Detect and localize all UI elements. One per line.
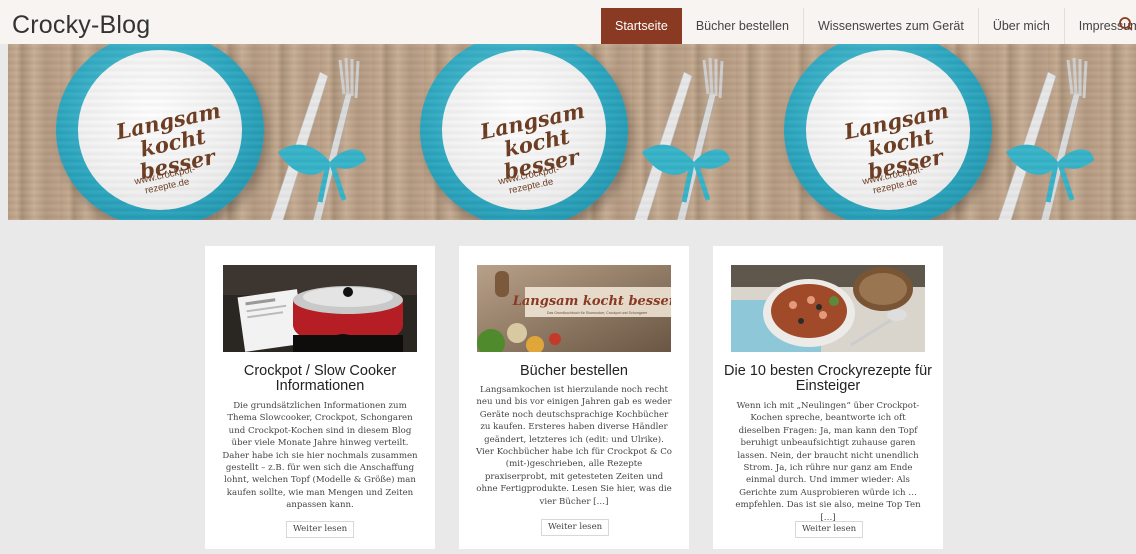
- card-image-slow-cooker[interactable]: [223, 265, 417, 352]
- card-excerpt: Die grundsätzlichen Informationen zum Th…: [222, 401, 418, 511]
- post-card-top-rezepte: Die 10 besten Crockyrezepte für Einsteig…: [713, 246, 943, 549]
- nav-item-wissenswertes[interactable]: Wissenswertes zum Gerät: [802, 8, 978, 44]
- post-card-crockpot-info: Crockpot / Slow Cooker Informationen Die…: [205, 246, 435, 549]
- post-card-buecher-bestellen: Langsam kocht besser! Das Grundkochbuch …: [459, 246, 689, 549]
- card-title[interactable]: Bücher bestellen: [469, 364, 679, 379]
- site-header: Crocky-Blog Startseite Bücher bestellen …: [0, 0, 1136, 44]
- site-logo[interactable]: Crocky-Blog: [12, 11, 150, 40]
- plate-url: www.crockpot-rezepte.de: [133, 163, 197, 197]
- plate-illustration: Langsam kocht besser www.crockpot-rezepte…: [372, 44, 732, 220]
- card-title[interactable]: Die 10 besten Crockyrezepte für Einsteig…: [723, 364, 933, 394]
- read-more-button[interactable]: Weiter lesen: [286, 521, 355, 538]
- nav-item-ueber-mich[interactable]: Über mich: [977, 8, 1064, 44]
- plate-slogan: Langsam kocht besser: [477, 97, 587, 185]
- plate-slogan: Langsam kocht besser: [113, 97, 223, 185]
- read-more-button[interactable]: Weiter lesen: [541, 519, 610, 536]
- card-image-soup-bowl[interactable]: [731, 265, 925, 352]
- search-icon[interactable]: [1118, 17, 1132, 31]
- read-more-button[interactable]: Weiter lesen: [795, 521, 864, 538]
- cookbook-caption: Langsam kocht besser!: [512, 294, 671, 309]
- nav-item-startseite[interactable]: Startseite: [601, 8, 682, 44]
- card-excerpt: Langsamkochen ist hierzulande noch recht…: [476, 385, 672, 507]
- plate-slogan: Langsam kocht besser: [841, 97, 951, 185]
- cookbook-subcaption: Das Grundkochbuch für Slowcooker, Crockp…: [547, 311, 648, 315]
- plate-url: www.crockpot-rezepte.de: [497, 163, 561, 197]
- cutlery-ribbon-icon: [634, 57, 730, 220]
- card-image-cookbook-banner[interactable]: Langsam kocht besser! Das Grundkochbuch …: [477, 265, 671, 352]
- header-banner: Langsam kocht besser www.crockpot-rezepte…: [8, 44, 1136, 220]
- nav-item-buecher-bestellen[interactable]: Bücher bestellen: [682, 8, 803, 44]
- plate-url: www.crockpot-rezepte.de: [861, 163, 925, 197]
- card-excerpt: Wenn ich mit „Neulingen“ über Crockpot-K…: [735, 401, 921, 523]
- plate-illustration: Langsam kocht besser www.crockpot-rezepte…: [736, 44, 1096, 220]
- main-nav: Startseite Bücher bestellen Wissenswerte…: [601, 8, 1136, 44]
- card-title[interactable]: Crockpot / Slow Cooker Informationen: [215, 364, 425, 394]
- cutlery-ribbon-icon: [270, 57, 366, 220]
- cutlery-ribbon-icon: [998, 57, 1094, 220]
- plate-illustration: Langsam kocht besser www.crockpot-rezepte…: [8, 44, 368, 220]
